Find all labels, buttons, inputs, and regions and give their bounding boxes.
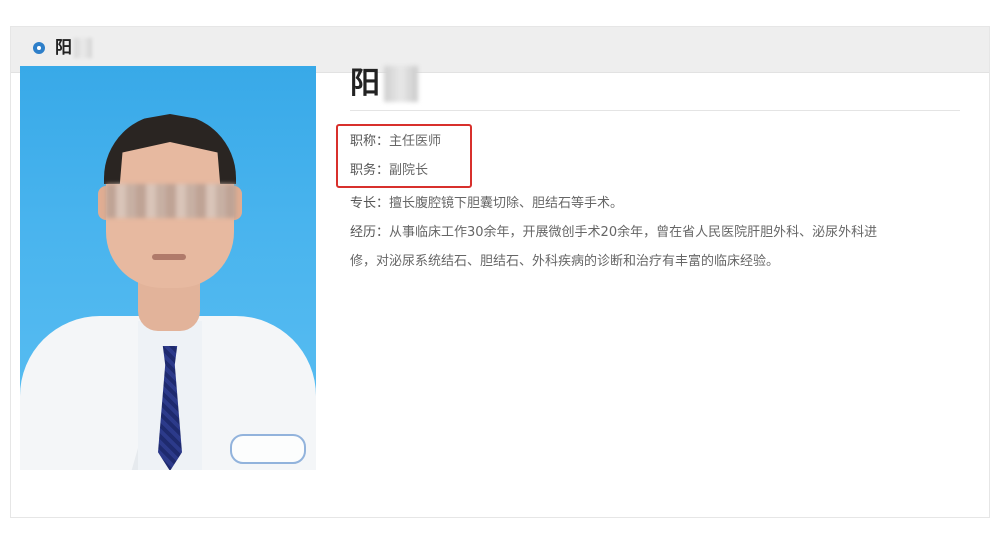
title-value: 主任医师	[389, 134, 442, 149]
position-row: 职务：副院长	[350, 161, 428, 181]
experience-line-2: 修，对泌尿系统结石、胆结石、外科疾病的诊断和治疗有丰富的临床经验。	[350, 254, 780, 269]
header-name-text: 阳	[55, 38, 72, 58]
blurred-eyes-mask	[106, 184, 236, 218]
experience-row: 经历：从事临床工作30余年，开展微创手术20余年，曾在省人民医院肝胆外科、泌尿外…	[350, 223, 877, 243]
specialty-value: 擅长腹腔镜下胆囊切除、胆结石等手术。	[389, 196, 624, 211]
title-label: 职称：	[350, 134, 390, 149]
doctor-name: 阳	[350, 62, 418, 106]
position-label: 职务：	[350, 163, 390, 178]
bullet-icon	[33, 42, 45, 54]
experience-label: 经历：	[350, 225, 390, 240]
doctor-name-text: 阳	[350, 66, 380, 101]
specialty-row: 专长：擅长腹腔镜下胆囊切除、胆结石等手术。	[350, 194, 623, 214]
header-title: 阳	[55, 36, 92, 60]
doctor-photo	[20, 66, 316, 470]
blurred-name-mask	[384, 66, 418, 102]
position-value: 副院长	[389, 163, 429, 178]
title-row: 职称：主任医师	[350, 132, 441, 152]
specialty-label: 专长：	[350, 196, 390, 211]
experience-line-1: 从事临床工作30余年，开展微创手术20余年，曾在省人民医院肝胆外科、泌尿外科进	[389, 225, 878, 240]
hospital-badge-icon	[230, 434, 306, 464]
divider	[350, 110, 960, 111]
experience-row-continued: 修，对泌尿系统结石、胆结石、外科疾病的诊断和治疗有丰富的临床经验。	[350, 252, 779, 272]
blurred-name-mask	[74, 38, 92, 58]
page: 阳 阳 职称：主任医师 职务：副院长 专长：擅长腹腔镜下胆囊切除、胆结石等手术。…	[0, 0, 1000, 550]
